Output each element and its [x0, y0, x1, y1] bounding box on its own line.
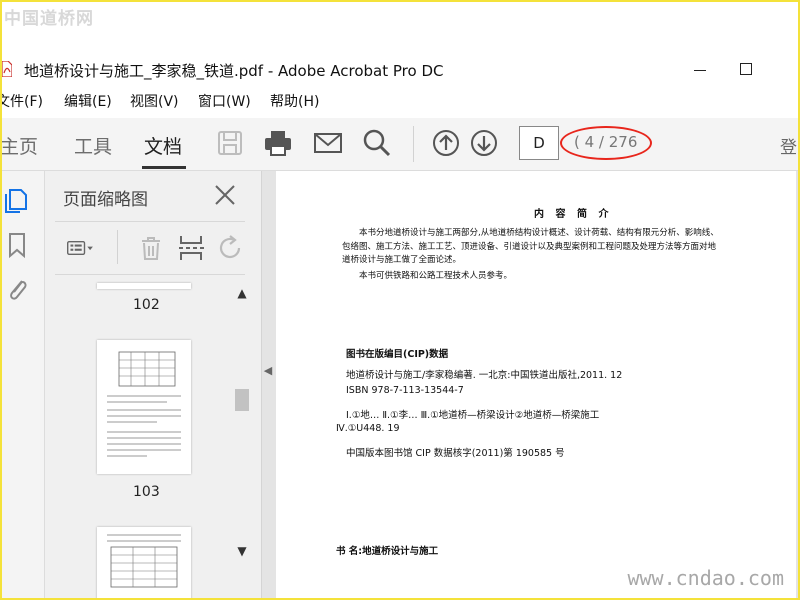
window-title: 地道桥设计与施工_李家稳_铁道.pdf - Adobe Acrobat Pro … — [24, 62, 444, 80]
minimize-button[interactable] — [686, 56, 714, 82]
previous-page-icon[interactable] — [431, 128, 461, 158]
active-tab-indicator — [142, 166, 186, 169]
thumbnail-page-content — [107, 351, 181, 457]
toolbar-separator — [413, 126, 414, 162]
document-view: ◀ 内 容 简 介 本书分地道桥设计与施工两部分,从地道桥结构设计概述、设计荷载… — [262, 171, 798, 598]
scrollbar-thumb[interactable] — [235, 389, 249, 411]
rotate-icon[interactable] — [217, 234, 245, 262]
insert-page-icon[interactable] — [177, 234, 205, 262]
menu-view[interactable]: 视图(V) — [130, 91, 179, 111]
document-page: 内 容 简 介 本书分地道桥设计与施工两部分,从地道桥结构设计概述、设计荷载、结… — [276, 171, 796, 598]
title-bar: 地道桥设计与施工_李家稳_铁道.pdf - Adobe Acrobat Pro … — [2, 54, 798, 84]
menu-window[interactable]: 窗口(W) — [198, 91, 251, 111]
tab-document[interactable]: 文档 — [144, 132, 182, 159]
page-thumbnail-103[interactable] — [97, 340, 191, 474]
close-icon[interactable] — [213, 183, 237, 207]
maximize-icon — [740, 63, 752, 75]
thumbnails-panel: 页面缩略图 102 103 ▲ ▼ — [45, 171, 262, 598]
thumbnail-label-102: 102 — [133, 297, 160, 313]
bookmark-icon[interactable] — [4, 231, 30, 259]
navigation-pane — [2, 171, 45, 598]
menu-bar: 文件(F) 编辑(E) 视图(V) 窗口(W) 帮助(H) — [2, 90, 798, 112]
collapse-panel-icon[interactable]: ◀ — [262, 361, 274, 381]
page-number-input[interactable]: D — [519, 126, 559, 160]
doc-summary-paragraph: 本书分地道桥设计与施工两部分,从地道桥结构设计概述、设计荷载、结构有限元分析、影… — [342, 228, 719, 265]
scroll-up-icon[interactable]: ▲ — [236, 287, 248, 299]
menu-edit[interactable]: 编辑(E) — [64, 91, 112, 111]
main-toolbar: 主页 工具 文档 — [2, 118, 798, 171]
page-thumbnail-102[interactable] — [97, 283, 191, 289]
menu-file[interactable]: 文件(F) — [2, 91, 43, 111]
annotation-highlight-ellipse — [560, 126, 652, 160]
cip-line-4: Ⅳ.①U448. 19 — [336, 423, 400, 434]
cip-heading: 图书在版编目(CIP)数据 — [346, 349, 449, 360]
pdf-file-icon — [2, 61, 12, 77]
menu-help[interactable]: 帮助(H) — [270, 91, 319, 111]
print-icon[interactable] — [263, 128, 293, 158]
attachment-icon[interactable] — [4, 275, 30, 303]
cip-line-1: 地道桥设计与施工/李家稳编著. 一北京:中国铁道出版社,2011. 12 — [346, 370, 623, 381]
thumbnails-panel-title: 页面缩略图 — [63, 190, 148, 210]
email-icon[interactable] — [313, 128, 343, 158]
minimize-icon — [694, 70, 706, 71]
tool-separator — [117, 230, 118, 264]
thumbnails-toolbar — [55, 221, 245, 275]
page-thumbnails-icon[interactable] — [4, 185, 30, 213]
thumbnails-scrollbar[interactable]: ▲ ▼ — [233, 283, 251, 561]
cip-line-5: 中国版本图书馆 CIP 数据核字(2011)第 190585 号 — [346, 448, 565, 459]
next-page-icon[interactable] — [469, 128, 499, 158]
search-icon[interactable] — [362, 128, 392, 158]
sign-in-text-partial[interactable]: 登 — [780, 133, 797, 158]
maximize-button[interactable] — [732, 56, 760, 82]
page-thumbnail-104[interactable] — [97, 527, 191, 598]
cip-line-3: Ⅰ.①地… Ⅱ.①李… Ⅲ.①地道桥—桥梁设计②地道桥—桥梁施工 — [346, 410, 600, 421]
doc-heading: 内 容 简 介 — [534, 209, 613, 220]
save-icon[interactable] — [215, 128, 245, 158]
thumbnail-label-103: 103 — [133, 484, 160, 500]
watermark-top: 中国道桥网 — [4, 9, 94, 29]
tab-home[interactable]: 主页 — [2, 132, 38, 159]
scroll-down-icon[interactable]: ▼ — [236, 545, 248, 557]
tab-tools[interactable]: 工具 — [74, 132, 112, 159]
watermark-bottom: www.cndao.com — [627, 566, 784, 590]
thumbnail-page-content — [107, 534, 181, 588]
book-title-line: 书 名:地道桥设计与施工 — [336, 546, 439, 557]
delete-icon[interactable] — [137, 234, 165, 262]
doc-audience-paragraph: 本书可供铁路和公路工程技术人员参考。 — [359, 271, 513, 281]
app-frame: 中国道桥网 地道桥设计与施工_李家稳_铁道.pdf - Adobe Acroba… — [0, 0, 800, 600]
thumbnail-options-icon[interactable] — [67, 234, 95, 262]
cip-line-2: ISBN 978-7-113-13544-7 — [346, 385, 464, 396]
